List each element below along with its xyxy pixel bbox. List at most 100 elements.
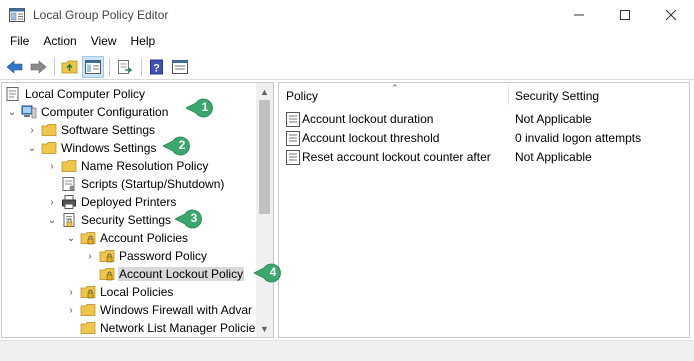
chevron-down-icon[interactable]: ⌄ (45, 211, 59, 229)
column-header-security-setting[interactable]: Security Setting (515, 89, 599, 103)
export-list-icon (118, 59, 133, 74)
list-item[interactable]: Account lockout duration Not Applicable (279, 110, 689, 129)
tree-item-deployed-printers[interactable]: › Deployed Printers (45, 193, 177, 211)
tree-item-account-policies[interactable]: ⌄ Account Policies (64, 229, 189, 247)
close-button[interactable] (648, 0, 694, 30)
properties-button[interactable] (169, 56, 191, 78)
tree-item-label: Deployed Printers (81, 195, 177, 209)
scrollbar-thumb[interactable] (259, 100, 270, 214)
tree-item-password-policy[interactable]: › Password Policy (83, 247, 208, 265)
printer-icon (62, 195, 76, 209)
locked-folder-icon (80, 286, 96, 299)
tree-item-label: Security Settings (81, 213, 172, 227)
chevron-down-icon[interactable]: ⌄ (25, 139, 39, 157)
column-header-policy[interactable]: Policy (286, 89, 318, 103)
show-hide-tree-button[interactable] (82, 55, 104, 78)
sort-ascending-icon: ⌃ (391, 83, 399, 93)
tree-item-local-computer-policy[interactable]: Local Computer Policy (3, 85, 146, 103)
folder-icon (80, 304, 96, 316)
help-button[interactable]: ? (146, 56, 168, 78)
menu-view[interactable]: View (84, 31, 124, 52)
locked-folder-icon (99, 268, 115, 281)
locked-folder-icon (99, 250, 115, 263)
policy-setting-value: Not Applicable (515, 150, 592, 164)
chevron-down-icon[interactable]: ⌄ (5, 103, 19, 121)
group-policy-app-icon (9, 8, 25, 22)
chevron-down-icon[interactable]: ⌄ (64, 229, 78, 247)
scroll-down-icon[interactable]: ▼ (256, 320, 273, 337)
up-folder-icon (61, 60, 78, 73)
tree-item-label: Software Settings (61, 123, 156, 137)
chevron-right-icon[interactable]: › (45, 157, 59, 175)
tree-item-label: Account Policies (100, 231, 189, 245)
policy-setting-value: 0 invalid logon attempts (515, 131, 642, 145)
chevron-right-icon[interactable]: › (25, 121, 39, 139)
close-icon (665, 9, 677, 21)
list-header: ⌃ Policy Security Setting (279, 83, 689, 105)
policy-setting-icon (286, 112, 300, 127)
forward-button[interactable] (27, 56, 49, 78)
policy-name: Reset account lockout counter after (302, 150, 491, 164)
maximize-button[interactable] (602, 0, 648, 30)
folder-icon (41, 124, 57, 136)
tree-item-account-lockout-policy[interactable]: Account Lockout Policy (97, 265, 245, 283)
policy-setting-icon (286, 150, 300, 165)
tree-item-software-settings[interactable]: › Software Settings (25, 121, 156, 139)
tree-item-network-list-manager[interactable]: Network List Manager Policie (78, 319, 256, 337)
tree-item-label: Name Resolution Policy (81, 159, 209, 173)
chevron-right-icon[interactable]: › (64, 283, 78, 301)
chevron-right-icon[interactable]: › (64, 301, 78, 319)
tree-item-local-policies[interactable]: › Local Policies (64, 283, 174, 301)
details-pane[interactable]: ⌃ Policy Security Setting Account lockou… (278, 82, 690, 338)
properties-icon (172, 59, 188, 74)
policy-setting-value: Not Applicable (515, 112, 592, 126)
menu-action[interactable]: Action (36, 31, 83, 52)
tree-item-label: Local Computer Policy (25, 87, 146, 101)
column-divider[interactable] (508, 85, 509, 105)
up-one-level-button[interactable] (59, 56, 81, 78)
title-bar: Local Group Policy Editor (0, 0, 694, 30)
callout-badge-2: 2 (163, 135, 193, 157)
minimize-button[interactable] (556, 0, 602, 30)
policy-name: Account lockout threshold (302, 131, 440, 145)
tree-item-windows-firewall[interactable]: › Windows Firewall with Advar (64, 301, 253, 319)
help-icon: ? (150, 59, 163, 74)
list-item[interactable]: Reset account lockout counter after Not … (279, 148, 689, 167)
toolbar: ? (0, 54, 694, 80)
tree-item-security-settings[interactable]: ⌄ Security Settings (45, 211, 172, 229)
folder-icon (61, 160, 77, 172)
svg-text:?: ? (153, 62, 160, 74)
export-list-button[interactable] (114, 56, 136, 78)
forward-arrow-icon (30, 59, 47, 74)
folder-icon (41, 142, 57, 154)
tree-item-label: Windows Settings (61, 141, 157, 155)
toolbar-separator (141, 57, 142, 76)
menu-bar: File Action View Help (0, 31, 694, 52)
tree-vertical-scrollbar[interactable]: ▲ ▼ (256, 83, 273, 337)
console-tree-pane[interactable]: Local Computer Policy ⌄ Computer Configu… (1, 82, 274, 338)
chevron-right-icon[interactable]: › (83, 247, 97, 265)
status-bar (0, 340, 694, 361)
toolbar-separator (54, 57, 55, 76)
menu-file[interactable]: File (0, 31, 36, 52)
tree-item-name-resolution-policy[interactable]: › Name Resolution Policy (45, 157, 209, 175)
tree-item-scripts[interactable]: Scripts (Startup/Shutdown) (59, 175, 225, 193)
menu-help[interactable]: Help (124, 31, 163, 52)
tree-item-label: Account Lockout Policy (118, 267, 245, 281)
back-arrow-icon (6, 59, 23, 74)
chevron-right-icon[interactable]: › (45, 193, 59, 211)
folder-icon (80, 322, 96, 334)
scripts-icon (62, 177, 75, 191)
callout-number: 4 (269, 265, 277, 279)
scroll-up-icon[interactable]: ▲ (256, 83, 273, 100)
tree-item-computer-configuration[interactable]: ⌄ Computer Configuration (5, 103, 169, 121)
back-button[interactable] (4, 56, 26, 78)
callout-badge-3: 3 (175, 208, 205, 230)
computer-icon (21, 105, 37, 119)
tree-item-windows-settings[interactable]: ⌄ Windows Settings (25, 139, 157, 157)
security-settings-icon (63, 213, 75, 227)
toolbar-separator (109, 57, 110, 76)
list-item[interactable]: Account lockout threshold 0 invalid logo… (279, 129, 689, 148)
callout-number: 3 (190, 211, 198, 225)
policy-setting-icon (286, 131, 300, 146)
